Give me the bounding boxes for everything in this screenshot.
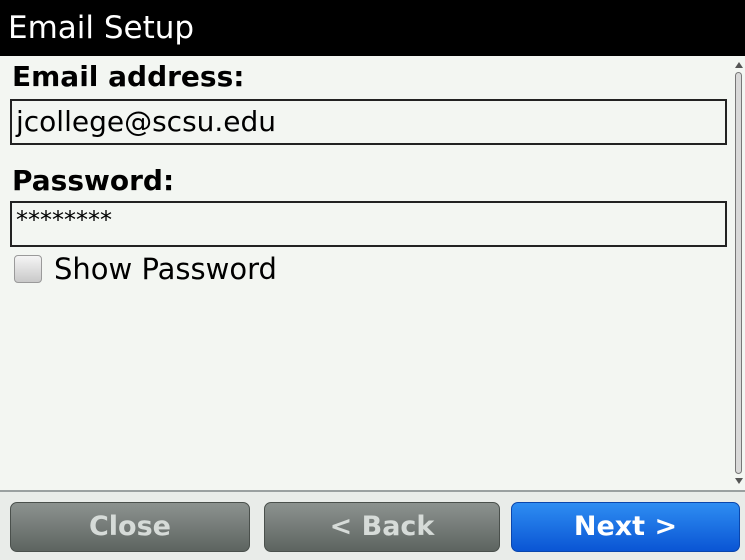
close-button[interactable]: Close xyxy=(10,502,250,552)
email-label: Email address: xyxy=(12,60,245,93)
window-title: Email Setup xyxy=(8,10,195,46)
password-label: Password: xyxy=(12,164,175,197)
email-field[interactable]: jcollege@scsu.edu xyxy=(10,99,727,145)
scroll-up-arrow-icon[interactable] xyxy=(735,62,743,68)
scroll-down-arrow-icon[interactable] xyxy=(735,478,743,484)
button-bar: Close < Back Next > xyxy=(0,492,745,560)
show-password-label[interactable]: Show Password xyxy=(54,252,277,286)
back-button[interactable]: < Back xyxy=(264,502,500,552)
title-bar: Email Setup xyxy=(0,0,745,56)
password-field[interactable]: ******** xyxy=(10,201,727,247)
vertical-scrollbar[interactable] xyxy=(733,56,745,490)
next-button[interactable]: Next > xyxy=(511,502,740,552)
scroll-thumb[interactable] xyxy=(735,72,742,474)
show-password-checkbox[interactable] xyxy=(14,255,42,283)
show-password-option[interactable]: Show Password xyxy=(14,252,277,286)
email-setup-form: Email address: jcollege@scsu.edu Passwor… xyxy=(0,56,733,490)
